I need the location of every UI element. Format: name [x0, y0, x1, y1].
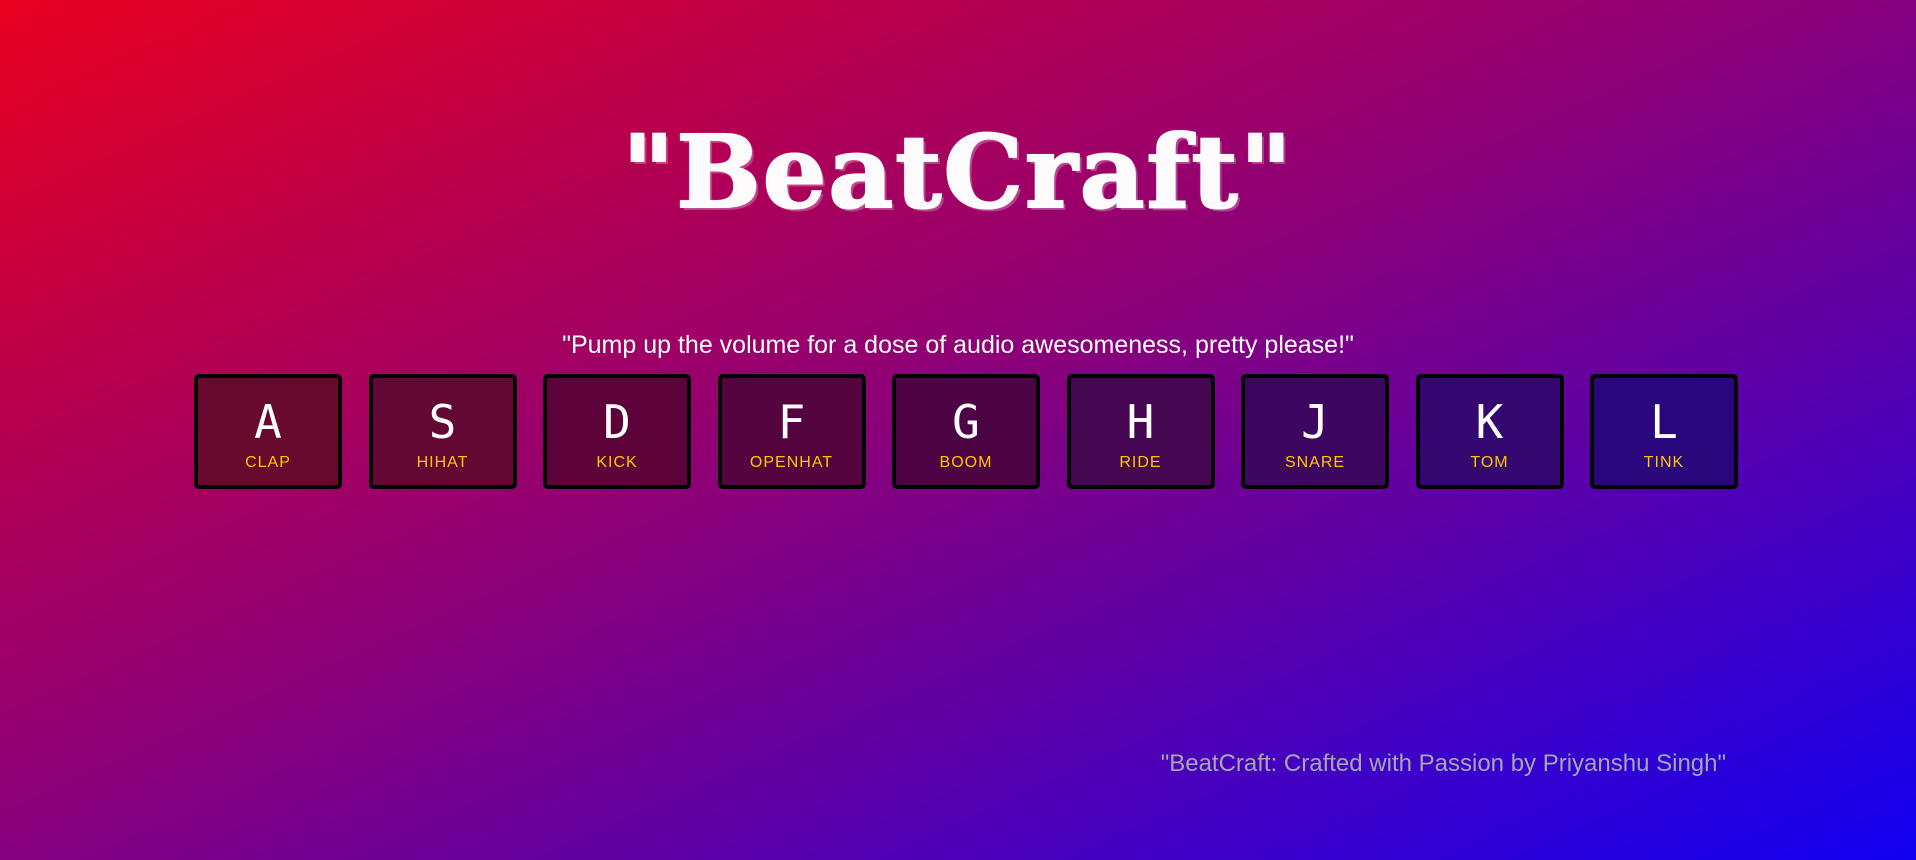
key-g[interactable]: G BOOM: [892, 374, 1040, 489]
key-sound-label: CLAP: [245, 454, 291, 471]
key-letter: L: [1650, 395, 1678, 449]
key-sound-label: BOOM: [939, 454, 993, 471]
app-title: "BeatCraft": [621, 112, 1294, 232]
key-letter: S: [428, 395, 457, 449]
key-sound-label: KICK: [596, 454, 638, 471]
key-letter: F: [777, 395, 806, 449]
key-k[interactable]: K TOM: [1415, 374, 1564, 489]
key-sound-label: TOM: [1470, 454, 1509, 471]
drum-keys: A CLAP S HIHAT D KICK F OPENHAT G BOOM H…: [194, 374, 1738, 489]
tagline: "Pump up the volume for a dose of audio …: [562, 331, 1354, 359]
key-l[interactable]: L TINK: [1590, 374, 1738, 489]
key-letter: G: [952, 395, 980, 449]
key-sound-label: HIHAT: [416, 454, 469, 471]
key-letter: J: [1301, 395, 1329, 449]
key-sound-label: RIDE: [1119, 454, 1162, 471]
key-h[interactable]: H RIDE: [1066, 374, 1215, 489]
footer-credit: "BeatCraft: Crafted with Passion by Priy…: [1160, 750, 1726, 777]
key-sound-label: OPENHAT: [749, 454, 834, 471]
key-f[interactable]: F OPENHAT: [717, 374, 866, 489]
key-letter: D: [603, 395, 631, 449]
key-letter: A: [254, 395, 282, 449]
key-sound-label: TINK: [1643, 454, 1685, 471]
key-d[interactable]: D KICK: [543, 374, 691, 489]
key-sound-label: SNARE: [1284, 454, 1346, 471]
key-letter: H: [1126, 395, 1155, 449]
key-s[interactable]: S HIHAT: [368, 374, 517, 489]
key-letter: K: [1475, 395, 1504, 449]
key-j[interactable]: J SNARE: [1241, 374, 1389, 489]
key-a[interactable]: A CLAP: [194, 374, 342, 489]
